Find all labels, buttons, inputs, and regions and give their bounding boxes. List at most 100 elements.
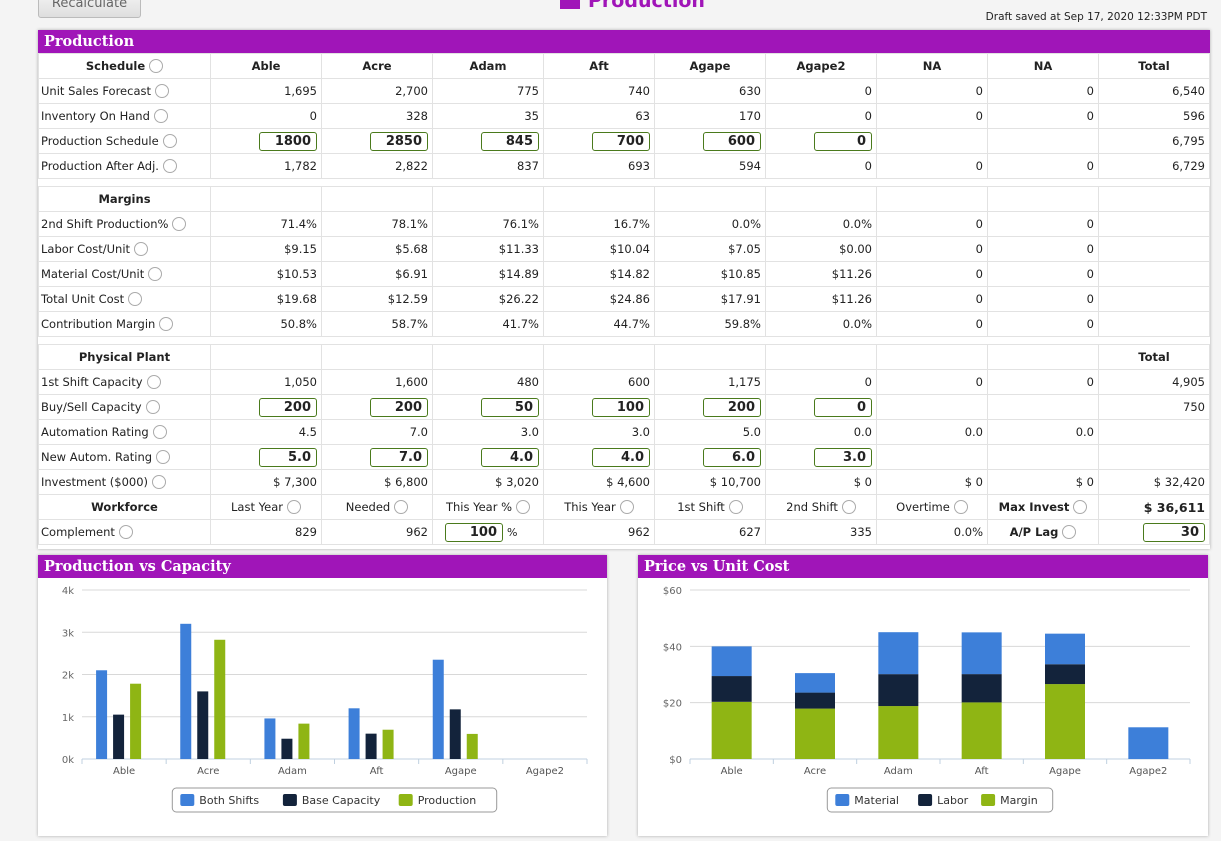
y-tick-label: 4k <box>62 586 74 597</box>
info-icon[interactable] <box>149 59 164 74</box>
legend-swatch[interactable] <box>835 794 850 806</box>
legend-label[interactable]: Both Shifts <box>199 794 259 807</box>
value-input[interactable]: 1800 <box>259 131 317 151</box>
table-cell: 7.0 <box>321 419 433 445</box>
info-icon[interactable] <box>516 500 531 515</box>
table-cell: $ 3,020 <box>432 469 544 495</box>
info-icon[interactable] <box>128 292 143 307</box>
table-cell: 3.0 <box>432 419 544 445</box>
value-input[interactable]: 7.0 <box>370 447 428 467</box>
table-cell <box>987 186 1099 212</box>
info-icon[interactable] <box>155 84 169 99</box>
info-icon[interactable] <box>1062 525 1077 540</box>
info-icon[interactable] <box>172 217 187 232</box>
value-input[interactable]: 2850 <box>370 131 428 151</box>
table-cell: 0.0% <box>765 311 877 337</box>
table-cell <box>1098 444 1210 470</box>
value-input[interactable]: 5.0 <box>259 447 317 467</box>
legend-label[interactable]: Base Capacity <box>302 794 381 807</box>
info-icon[interactable] <box>118 525 133 540</box>
value-input[interactable]: 600 <box>703 131 761 151</box>
table-cell: 600 <box>654 128 766 154</box>
legend-label[interactable]: Material <box>854 794 899 807</box>
page-icon <box>560 0 580 9</box>
table-cell: $5.68 <box>321 236 433 262</box>
table-cell: 693 <box>543 153 655 179</box>
table-cell: 4,905 <box>1098 369 1210 395</box>
info-icon[interactable] <box>1073 500 1088 515</box>
legend-swatch[interactable] <box>398 794 413 806</box>
table-cell: $10.04 <box>543 236 655 262</box>
info-icon[interactable] <box>162 159 177 174</box>
table-row: Labor Cost/Unit $9.15 $5.68 $11.33 $10.04 $7.… <box>38 236 1210 262</box>
table-cell: 627 <box>654 519 766 545</box>
table-cell <box>1098 286 1210 312</box>
value-input[interactable]: 100 <box>592 397 650 417</box>
info-icon[interactable] <box>394 500 409 515</box>
bar-base-capacity <box>365 733 377 759</box>
info-icon[interactable] <box>619 500 634 515</box>
table-cell: 0.0 <box>765 419 877 445</box>
value-input[interactable]: 6.0 <box>703 447 761 467</box>
info-icon[interactable] <box>162 134 177 149</box>
row-label: Buy/Sell Capacity <box>38 394 211 420</box>
chart-title: Production vs Capacity <box>38 555 607 578</box>
info-icon[interactable] <box>148 267 163 282</box>
spacer <box>38 336 1210 345</box>
legend-swatch[interactable] <box>282 794 297 806</box>
legend-label[interactable]: Labor <box>937 794 969 807</box>
info-icon[interactable] <box>728 500 743 515</box>
legend-label[interactable]: Margin <box>1000 794 1038 807</box>
recalculate-button[interactable]: Recalculate <box>38 0 141 18</box>
table-cell: $6.91 <box>321 261 433 287</box>
legend-swatch[interactable] <box>918 794 933 806</box>
table-cell: $11.26 <box>765 286 877 312</box>
bar-production <box>130 683 142 759</box>
row-label-text: Investment ($000) <box>41 474 149 489</box>
bar-material <box>961 632 1002 675</box>
bar-both-shifts <box>180 623 192 759</box>
table-cell: 0 <box>987 311 1099 337</box>
table-cell: 0 <box>876 103 988 129</box>
table-cell: 16.7% <box>543 211 655 237</box>
value-input[interactable]: 4.0 <box>481 447 539 467</box>
value-input[interactable]: 0 <box>814 397 872 417</box>
value-input[interactable]: 200 <box>259 397 317 417</box>
info-icon[interactable] <box>286 500 301 515</box>
value-input[interactable]: 0 <box>814 131 872 151</box>
value-input[interactable]: 3.0 <box>814 447 872 467</box>
info-icon[interactable] <box>152 475 167 490</box>
x-tick-label: Agape <box>445 766 477 777</box>
price-vs-unit-cost-chart: $0 $20 $40 $60 Able Acre Adam Aft Agape Agape2 Mat… <box>663 586 1191 813</box>
info-icon[interactable] <box>841 500 856 515</box>
bar-margin <box>711 701 752 759</box>
legend-label[interactable]: Production <box>418 794 477 807</box>
value-input[interactable]: 200 <box>370 397 428 417</box>
table-cell: 6,795 <box>1098 128 1210 154</box>
table-cell: 0 <box>765 369 877 395</box>
value-input[interactable]: 100 <box>445 522 503 542</box>
row-label: New Autom. Rating <box>38 444 211 470</box>
info-icon[interactable] <box>156 450 171 465</box>
row-label-text: Automation Rating <box>41 424 149 439</box>
value-input[interactable]: 845 <box>481 131 539 151</box>
info-icon[interactable] <box>153 109 168 124</box>
info-icon[interactable] <box>134 242 149 257</box>
legend-swatch[interactable] <box>981 794 996 806</box>
table-cell: 50 <box>432 394 544 420</box>
table-cell: 59.8% <box>654 311 766 337</box>
value-input[interactable]: 200 <box>703 397 761 417</box>
draft-saved-status: Draft saved at Sep 17, 2020 12:33PM PDT <box>985 11 1207 23</box>
table-cell: 0 <box>987 369 1099 395</box>
legend-swatch[interactable] <box>180 794 195 806</box>
info-icon[interactable] <box>145 400 160 415</box>
info-icon[interactable] <box>146 375 161 390</box>
value-input[interactable]: 50 <box>481 397 539 417</box>
info-icon[interactable] <box>152 425 167 440</box>
info-icon[interactable] <box>953 500 968 515</box>
chart-title: Price vs Unit Cost <box>638 555 1208 578</box>
value-input[interactable]: 4.0 <box>592 447 650 467</box>
info-icon[interactable] <box>159 317 174 332</box>
value-input[interactable]: 700 <box>592 131 650 151</box>
value-input[interactable]: 30 <box>1143 522 1205 542</box>
